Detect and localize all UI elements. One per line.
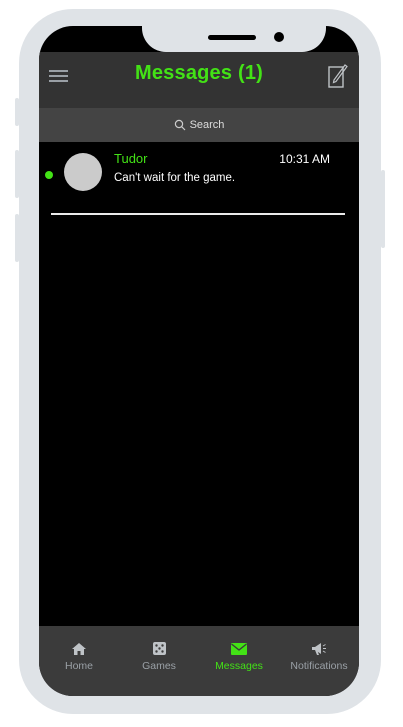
dice-icon [153,642,166,655]
message-sender: Tudor [114,151,148,166]
search-label: Search [189,119,225,131]
tab-notifications-label: Notifications [290,660,348,672]
front-camera [274,32,284,42]
tab-games-label: Games [142,660,176,672]
tab-games[interactable]: Games [119,626,199,696]
tab-bar: Home Games Messages Notifications [39,626,359,696]
tab-messages[interactable]: Messages [199,626,279,696]
megaphone-icon [312,643,326,655]
home-icon [72,643,86,655]
side-button-power [381,170,385,248]
tab-notifications[interactable]: Notifications [279,626,359,696]
search-icon [174,119,185,131]
search-bar[interactable]: Search [39,108,359,142]
compose-icon[interactable] [328,62,348,88]
message-preview: Can't wait for the game. [114,172,236,184]
tab-home-label: Home [64,660,93,672]
side-button-silent [15,98,19,126]
divider [51,213,345,215]
notch [142,26,326,52]
page-title: Messages (1) [134,62,263,84]
speaker-grille [208,35,256,40]
tab-messages-label: Messages [215,660,263,672]
screen: Messages (1) Search Tudor 10:31 AM Can't… [39,26,359,696]
unread-indicator [45,171,53,179]
tab-home[interactable]: Home [39,626,119,696]
message-time: 10:31 AM [279,152,330,166]
avatar[interactable] [64,153,102,191]
side-button-volume-up [15,150,19,198]
side-button-volume-down [15,214,19,262]
envelope-icon [231,643,247,655]
